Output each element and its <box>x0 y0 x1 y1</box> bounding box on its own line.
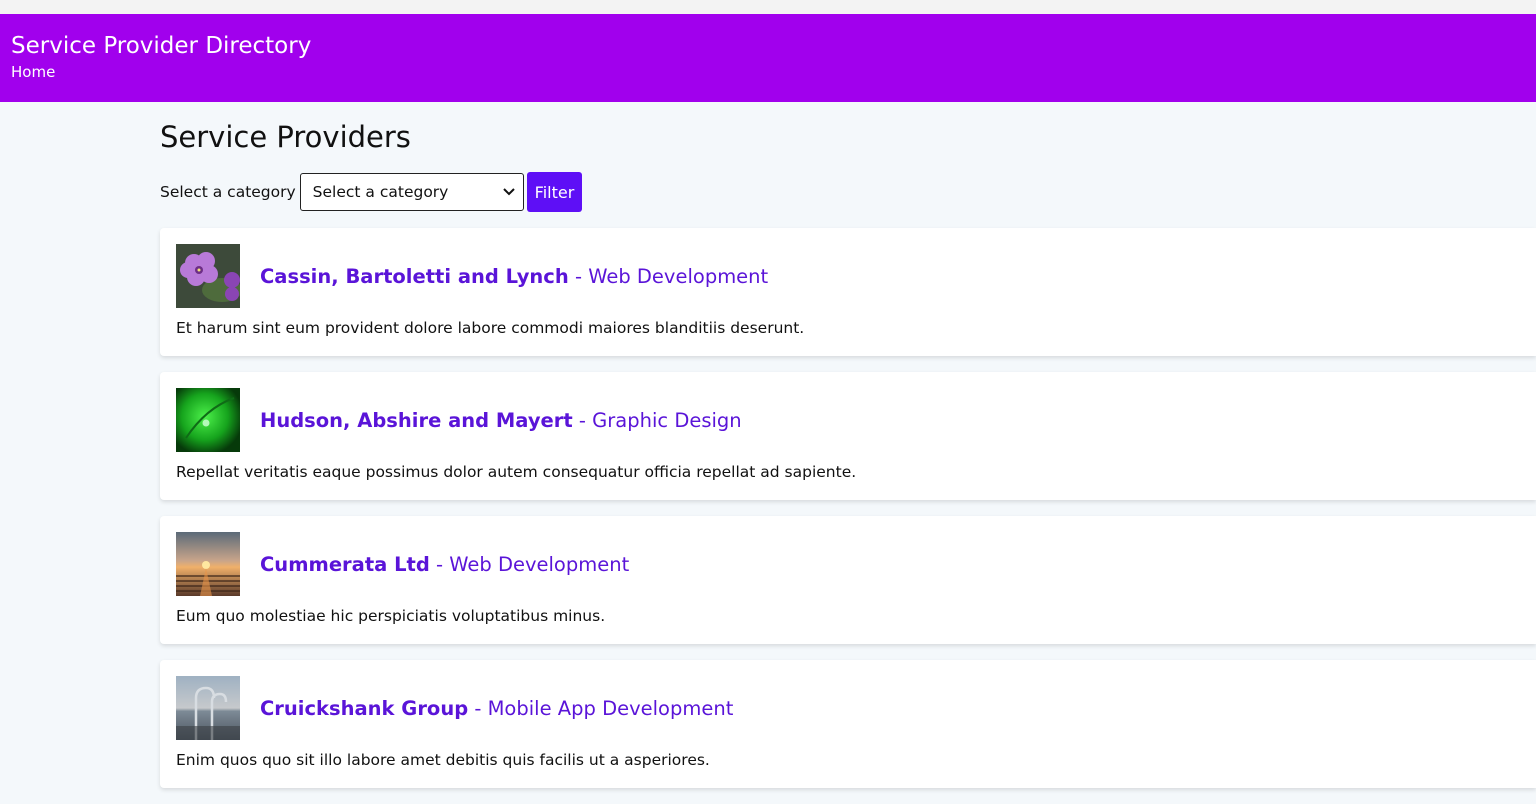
provider-category: Web Development <box>588 264 769 288</box>
provider-heading: Cruickshank Group - Mobile App Developme… <box>260 697 733 720</box>
site-title: Service Provider Directory <box>11 33 312 59</box>
page-title: Service Providers <box>160 120 411 154</box>
provider-name[interactable]: Cummerata Ltd <box>260 553 430 576</box>
name-separator: - <box>572 408 593 432</box>
nav-home-link[interactable]: Home <box>11 63 55 81</box>
category-select[interactable]: Select a category <box>299 173 524 211</box>
provider-list: Cassin, Bartoletti and Lynch - Web Devel… <box>160 228 1536 788</box>
provider-name[interactable]: Hudson, Abshire and Mayert <box>260 409 573 432</box>
header-nav: Home <box>11 62 1525 82</box>
provider-name[interactable]: Cruickshank Group <box>260 697 468 720</box>
provider-heading: Hudson, Abshire and Mayert - Graphic Des… <box>260 409 742 432</box>
filter-button[interactable]: Filter <box>526 172 583 212</box>
provider-heading: Cassin, Bartoletti and Lynch - Web Devel… <box>260 265 768 288</box>
provider-heading: Cummerata Ltd - Web Development <box>260 553 629 576</box>
name-separator: - <box>568 264 589 288</box>
provider-description: Eum quo molestiae hic perspiciatis volup… <box>176 607 606 625</box>
provider-category: Web Development <box>449 552 630 576</box>
chevron-down-icon <box>502 185 515 199</box>
provider-description: Enim quos quo sit illo labore amet debit… <box>176 751 710 769</box>
main-content: Service Providers Select a category Sele… <box>160 102 1536 804</box>
provider-description: Et harum sint eum provident dolore labor… <box>176 319 805 337</box>
provider-category: Mobile App Development <box>487 696 734 720</box>
provider-description: Repellat veritatis eaque possimus dolor … <box>176 463 857 481</box>
site-header: Service Provider Directory Home <box>0 14 1536 102</box>
provider-card: Cruickshank Group - Mobile App Developme… <box>160 660 1536 788</box>
provider-category: Graphic Design <box>592 408 742 432</box>
provider-image <box>176 388 240 452</box>
category-select-value: Select a category <box>312 183 449 201</box>
provider-card: Cassin, Bartoletti and Lynch - Web Devel… <box>160 228 1536 356</box>
provider-name[interactable]: Cassin, Bartoletti and Lynch <box>260 265 569 288</box>
category-label: Select a category <box>160 183 296 201</box>
provider-card: Hudson, Abshire and Mayert - Graphic Des… <box>160 372 1536 500</box>
name-separator: - <box>429 552 450 576</box>
name-separator: - <box>468 696 488 720</box>
provider-card: Cummerata Ltd - Web Development Eum quo … <box>160 516 1536 644</box>
category-filter: Select a category Select a category Filt… <box>160 172 1536 212</box>
provider-image <box>176 244 240 308</box>
provider-image <box>176 676 240 740</box>
browser-top-strip <box>0 0 1536 14</box>
provider-image <box>176 532 240 596</box>
